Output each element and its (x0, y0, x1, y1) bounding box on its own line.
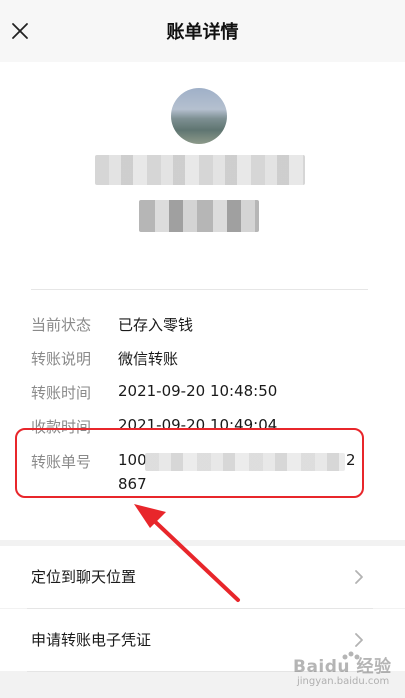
watermark-text: Baidu 经验 (293, 657, 392, 677)
watermark-url: jingyan.baidu.com (297, 676, 390, 687)
red-arrow-annotation (134, 504, 240, 602)
baidu-watermark: Baidu 经验 jingyan.baidu.com (287, 648, 399, 692)
